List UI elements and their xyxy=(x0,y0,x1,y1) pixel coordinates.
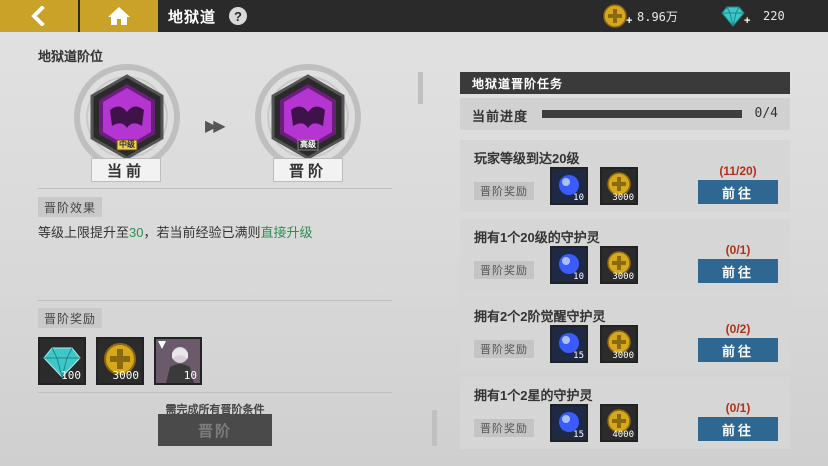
diamond-value: 220 xyxy=(763,9,785,23)
task-count: (0/2) xyxy=(725,322,751,336)
home-icon xyxy=(108,7,130,25)
task-reward-gold[interactable]: 3000 xyxy=(600,246,638,284)
reward-qty: 4000 xyxy=(612,430,634,440)
back-arrow-icon xyxy=(31,6,45,26)
task-count: (11/20) xyxy=(719,164,757,178)
reward-diamond[interactable]: 100 xyxy=(38,337,86,385)
diamond-currency[interactable]: 220 xyxy=(721,4,785,28)
progress-row: 当前进度 0/4 xyxy=(460,98,790,130)
reward-qty: 10 xyxy=(183,369,197,382)
task-title: 玩家等级到达20级 xyxy=(474,151,580,166)
advance-button[interactable]: 晋阶 xyxy=(158,414,272,446)
reward-qty: 10 xyxy=(573,272,584,282)
gold-coin-icon xyxy=(603,4,627,28)
task-card: 玩家等级到达20级 晋阶奖励 10 3000 (11/20) 前往 xyxy=(460,140,790,212)
task-title: 拥有1个2星的守护灵 xyxy=(474,388,593,403)
task-reward-label: 晋阶奖励 xyxy=(474,261,534,279)
task-count: (0/1) xyxy=(725,243,751,257)
task-reward-orb[interactable]: 15 xyxy=(550,404,588,442)
task-count: (0/1) xyxy=(725,401,751,415)
current-rank-badge: 中级 xyxy=(119,140,135,149)
reward-qty: 3000 xyxy=(112,369,140,382)
task-card: 拥有2个2阶觉醒守护灵 晋阶奖励 15 3000 (0/2) 前往 xyxy=(460,298,790,370)
go-button[interactable]: 前往 xyxy=(698,338,778,362)
reward-qty: 3000 xyxy=(612,351,634,361)
current-rank-caption: 当前 xyxy=(91,158,161,182)
effect-description: 等级上限提升至30，若当前经验已满则直接升级 xyxy=(38,222,313,241)
task-reward-orb[interactable]: 10 xyxy=(550,246,588,284)
task-reward-orb[interactable]: 15 xyxy=(550,325,588,363)
advance-arrows-icon: ▶▶ xyxy=(205,118,226,135)
go-button[interactable]: 前往 xyxy=(698,259,778,283)
task-card: 拥有1个20级的守护灵 晋阶奖励 10 3000 (0/1) 前往 xyxy=(460,219,790,291)
task-reward-orb[interactable]: 10 xyxy=(550,167,588,205)
task-reward-gold[interactable]: 3000 xyxy=(600,167,638,205)
reward-qty: 15 xyxy=(573,351,584,361)
reward-qty: 10 xyxy=(573,193,584,203)
effect-text-prefix: 等级上限提升至 xyxy=(38,225,130,240)
back-button[interactable] xyxy=(0,0,78,32)
task-reward-gold[interactable]: 3000 xyxy=(600,325,638,363)
gold-add-icon[interactable]: + xyxy=(626,15,632,27)
effect-header: 晋阶效果 xyxy=(38,197,103,217)
diamond-icon xyxy=(721,6,745,27)
task-title: 拥有2个2阶觉醒守护灵 xyxy=(474,309,606,324)
task-card: 拥有1个2星的守护灵 晋阶奖励 15 4000 (0/1) 前往 xyxy=(460,377,790,449)
go-button[interactable]: 前往 xyxy=(698,417,778,441)
gold-currency[interactable]: 8.96万 xyxy=(603,4,678,28)
next-rank-emblem: 高级 xyxy=(253,62,363,172)
progress-count: 0/4 xyxy=(754,106,778,121)
progress-label: 当前进度 xyxy=(472,109,529,124)
reward-qty: 3000 xyxy=(612,193,634,203)
divider xyxy=(38,188,392,189)
tasks-header: 地狱道晋阶任务 xyxy=(460,72,790,94)
divider xyxy=(38,392,392,393)
progress-bar xyxy=(542,110,742,118)
gold-value: 8.96万 xyxy=(637,9,678,24)
reward-qty: 3000 xyxy=(612,272,634,282)
home-button[interactable] xyxy=(80,0,158,32)
hell-rank-emblem-icon xyxy=(74,64,180,170)
left-scrollbar[interactable] xyxy=(418,72,423,104)
next-rank-badge: 高级 xyxy=(300,140,316,149)
effect-text-middle: ，若当前经验已满则 xyxy=(143,225,261,240)
reward-qty: 15 xyxy=(573,430,584,440)
right-scrollbar[interactable] xyxy=(432,410,437,446)
top-bar: 地狱道 ? 8.96万 + 220 + xyxy=(0,0,828,32)
reward-character[interactable]: 10 xyxy=(154,337,202,385)
effect-level: 30 xyxy=(129,225,144,240)
reward-qty: 100 xyxy=(61,369,81,382)
next-rank-caption: 晋阶 xyxy=(273,158,343,182)
current-rank-emblem: 中级 xyxy=(72,62,182,172)
task-reward-gold[interactable]: 4000 xyxy=(600,404,638,442)
task-reward-label: 晋阶奖励 xyxy=(474,419,534,437)
go-button[interactable]: 前往 xyxy=(698,180,778,204)
effect-highlight: 直接升级 xyxy=(260,225,313,240)
task-reward-label: 晋阶奖励 xyxy=(474,340,534,358)
reward-gold[interactable]: 3000 xyxy=(96,337,144,385)
hell-rank-emblem-icon xyxy=(255,64,361,170)
divider xyxy=(38,300,392,301)
task-reward-label: 晋阶奖励 xyxy=(474,182,534,200)
task-title: 拥有1个20级的守护灵 xyxy=(474,230,600,245)
help-icon[interactable]: ? xyxy=(229,7,247,25)
diamond-add-icon[interactable]: + xyxy=(744,15,750,27)
page-title: 地狱道 xyxy=(168,9,217,26)
rewards-header: 晋阶奖励 xyxy=(38,308,103,328)
